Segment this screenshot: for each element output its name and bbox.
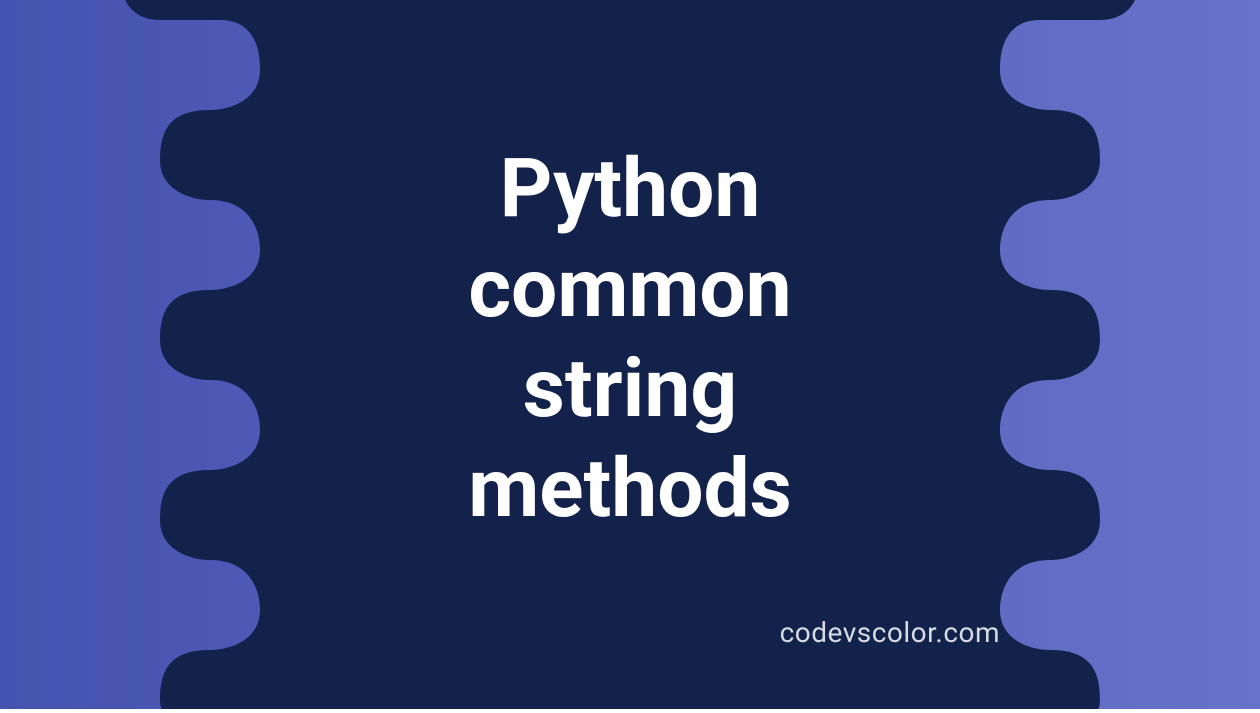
title-line-2: common: [468, 240, 791, 336]
title-line-3: string: [523, 340, 737, 436]
promo-banner: Python common string methods codevscolor…: [0, 0, 1260, 709]
title-line-4: methods: [468, 441, 792, 537]
title-line-1: Python: [500, 140, 761, 236]
banner-title: Python common string methods: [468, 138, 792, 538]
attribution-text: codevscolor.com: [780, 616, 1000, 649]
